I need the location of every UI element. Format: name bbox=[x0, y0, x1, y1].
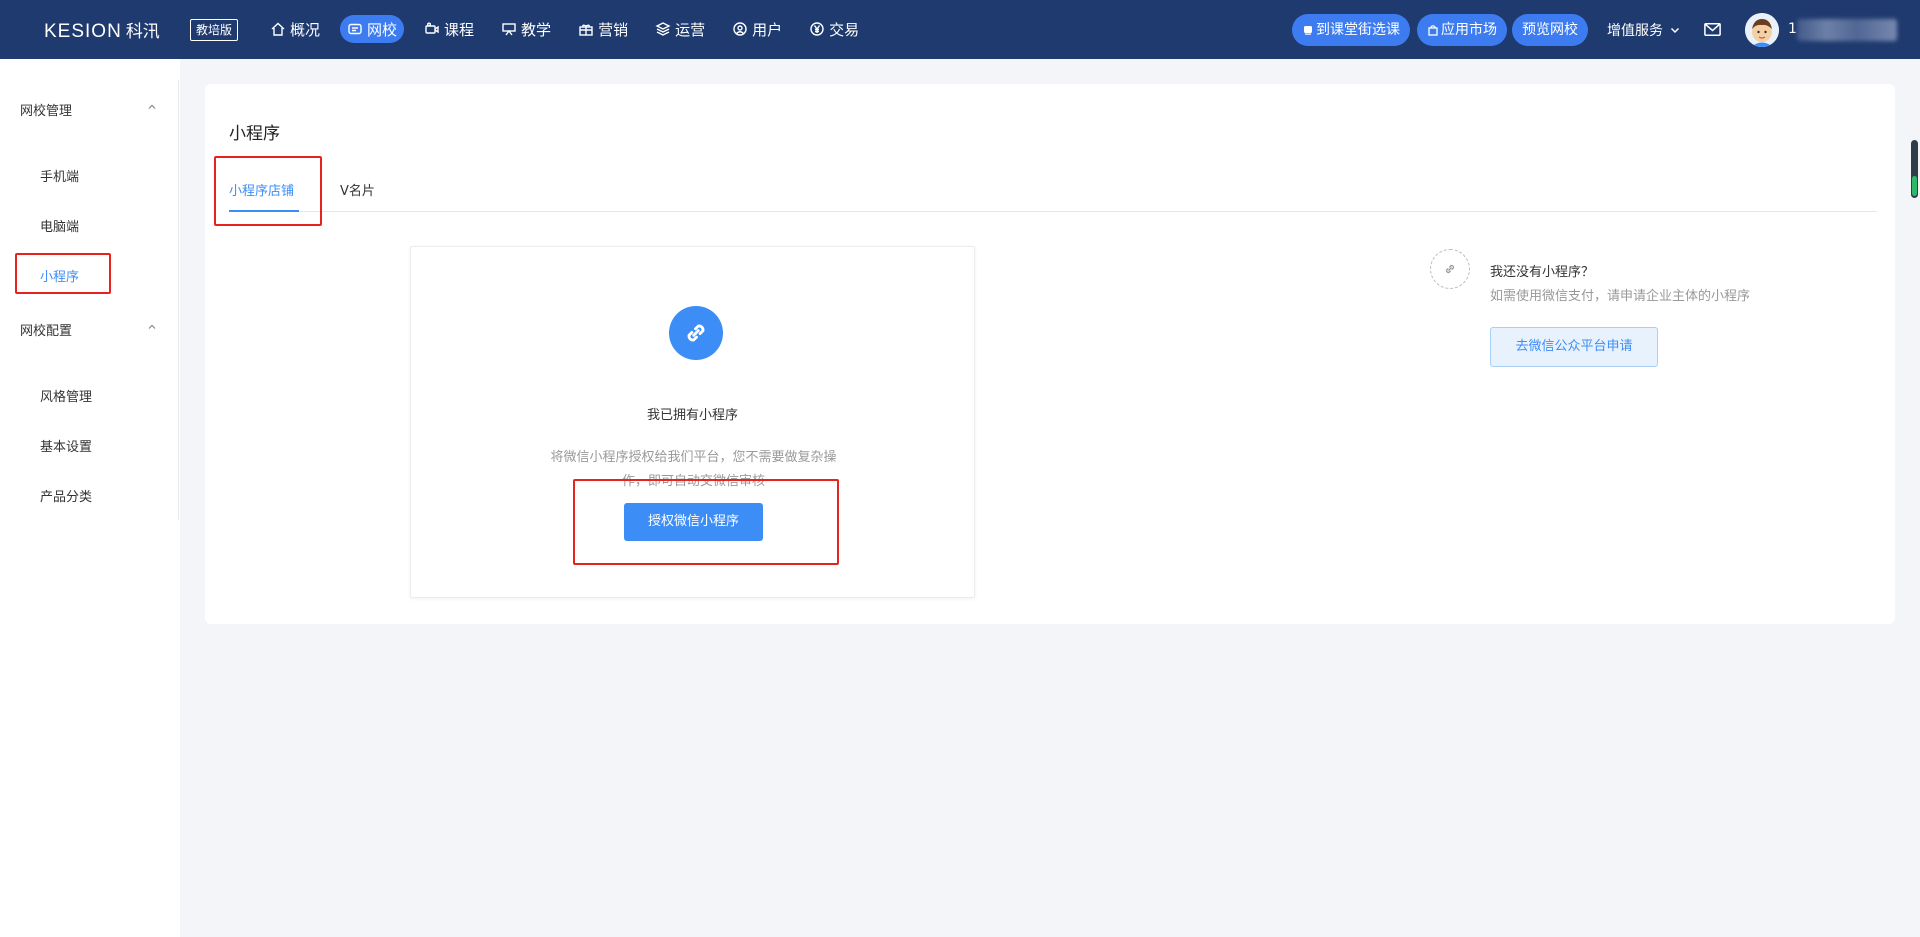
school-icon bbox=[348, 23, 362, 35]
nav-item-school[interactable]: 网校 bbox=[340, 15, 405, 43]
nav-item-course[interactable]: 课程 bbox=[417, 15, 481, 43]
pill-label: 到课堂街选课 bbox=[1316, 22, 1400, 38]
video-icon bbox=[425, 22, 439, 34]
cup-icon bbox=[1304, 26, 1312, 35]
sidebar: 网校管理 手机端 电脑端 小程序 网校配置 风格管理 基本设置 产品分类 bbox=[0, 59, 180, 937]
owned-description: 将微信小程序授权给我们平台，您不需要做复杂操作，即可自动交微信审核 bbox=[550, 450, 837, 489]
course-street-button[interactable]: 到课堂街选课 bbox=[1292, 14, 1410, 46]
sidebar-item-pc[interactable]: 电脑端 bbox=[40, 216, 79, 235]
content-card: 小程序 小程序店铺 V名片 我已拥有小程序 将微信小程序授权给我们平台，您不需要… bbox=[205, 84, 1895, 624]
chevron-down-icon bbox=[1670, 27, 1680, 34]
sidebar-item-style[interactable]: 风格管理 bbox=[40, 386, 92, 405]
sidebar-item-mobile[interactable]: 手机端 bbox=[40, 166, 79, 185]
mail-icon[interactable] bbox=[1703, 20, 1722, 39]
pill-label: 应用市场 bbox=[1441, 22, 1497, 38]
logo-cn: 科汛 bbox=[125, 22, 160, 42]
scrollbar-accent bbox=[1912, 176, 1917, 196]
logo[interactable]: KESION 科汛 bbox=[44, 17, 160, 43]
edition-badge: 教培版 bbox=[190, 19, 239, 41]
owned-title: 我已拥有小程序 bbox=[646, 408, 738, 423]
no-program-description: 如需使用微信支付，请申请企业主体的小程序 bbox=[1490, 289, 1751, 304]
nav-label: 运营 bbox=[675, 20, 706, 39]
main-nav: 概况 网校 课程 教学 营销 运营 用户 交易 bbox=[263, 15, 879, 43]
layers-icon bbox=[655, 22, 671, 36]
logo-text: KESION bbox=[44, 21, 122, 42]
tab-mini-program-store[interactable]: 小程序店铺 bbox=[229, 180, 294, 199]
page-title: 小程序 bbox=[229, 124, 280, 144]
chevron-up-icon[interactable] bbox=[146, 321, 158, 333]
nav-item-trade[interactable]: 交易 bbox=[802, 15, 866, 43]
nav-item-overview[interactable]: 概况 bbox=[263, 15, 327, 43]
avatar[interactable] bbox=[1745, 13, 1779, 47]
avatar-face-icon bbox=[1745, 13, 1779, 47]
user-icon bbox=[733, 22, 747, 36]
tabs-divider bbox=[229, 211, 1877, 212]
nav-item-operations[interactable]: 运营 bbox=[648, 15, 712, 43]
service-label: 增值服务 bbox=[1607, 23, 1663, 39]
pill-label: 预览网校 bbox=[1522, 22, 1578, 38]
dashed-link-badge bbox=[1430, 249, 1470, 289]
nav-item-teaching[interactable]: 教学 bbox=[494, 15, 558, 43]
nav-label: 用户 bbox=[752, 20, 783, 39]
nav-item-users[interactable]: 用户 bbox=[725, 15, 789, 43]
no-program-title: 我还没有小程序？ bbox=[1490, 265, 1595, 280]
app-market-button[interactable]: 应用市场 bbox=[1417, 14, 1507, 46]
owned-mini-program-panel: 我已拥有小程序 将微信小程序授权给我们平台，您不需要做复杂操作，即可自动交微信审… bbox=[410, 246, 975, 598]
bag-icon bbox=[1428, 25, 1438, 36]
active-tab-indicator bbox=[229, 210, 299, 212]
teaching-icon bbox=[502, 23, 516, 36]
nav-label: 课程 bbox=[444, 20, 475, 39]
no-mini-program-panel: 我还没有小程序？ 如需使用微信支付，请申请企业主体的小程序 去微信公众平台申请 bbox=[1430, 249, 1850, 379]
authorize-mini-program-button[interactable]: 授权微信小程序 bbox=[624, 503, 763, 541]
sidebar-divider bbox=[178, 80, 179, 520]
username[interactable]: 1 bbox=[1788, 21, 1797, 37]
sidebar-item-mini-program[interactable]: 小程序 bbox=[40, 266, 79, 285]
nav-label: 教学 bbox=[521, 20, 552, 39]
nav-label: 交易 bbox=[829, 20, 860, 39]
top-navigation-bar: KESION 科汛 教培版 概况 网校 课程 教学 营销 运营 用户 交易 到课… bbox=[0, 0, 1920, 59]
tab-v-card[interactable]: V名片 bbox=[340, 180, 375, 199]
gift-icon bbox=[579, 24, 593, 36]
yen-icon bbox=[810, 22, 824, 36]
nav-label: 营销 bbox=[598, 20, 629, 39]
sidebar-group-school-management[interactable]: 网校管理 bbox=[20, 100, 72, 119]
preview-school-button[interactable]: 预览网校 bbox=[1512, 14, 1588, 46]
link-badge bbox=[669, 306, 723, 360]
sidebar-group-school-config[interactable]: 网校配置 bbox=[20, 320, 72, 339]
nav-item-marketing[interactable]: 营销 bbox=[571, 15, 635, 43]
apply-wechat-platform-button[interactable]: 去微信公众平台申请 bbox=[1490, 327, 1658, 367]
link-icon bbox=[1445, 264, 1455, 274]
nav-label: 网校 bbox=[367, 20, 398, 39]
sidebar-item-product-category[interactable]: 产品分类 bbox=[40, 486, 92, 505]
value-added-service-menu[interactable]: 增值服务 bbox=[1607, 20, 1681, 40]
nav-label: 概况 bbox=[290, 20, 321, 39]
sidebar-item-basic-settings[interactable]: 基本设置 bbox=[40, 436, 92, 455]
username-redacted bbox=[1797, 19, 1897, 41]
home-icon bbox=[271, 22, 285, 36]
chevron-up-icon[interactable] bbox=[146, 101, 158, 113]
link-icon bbox=[687, 324, 705, 342]
